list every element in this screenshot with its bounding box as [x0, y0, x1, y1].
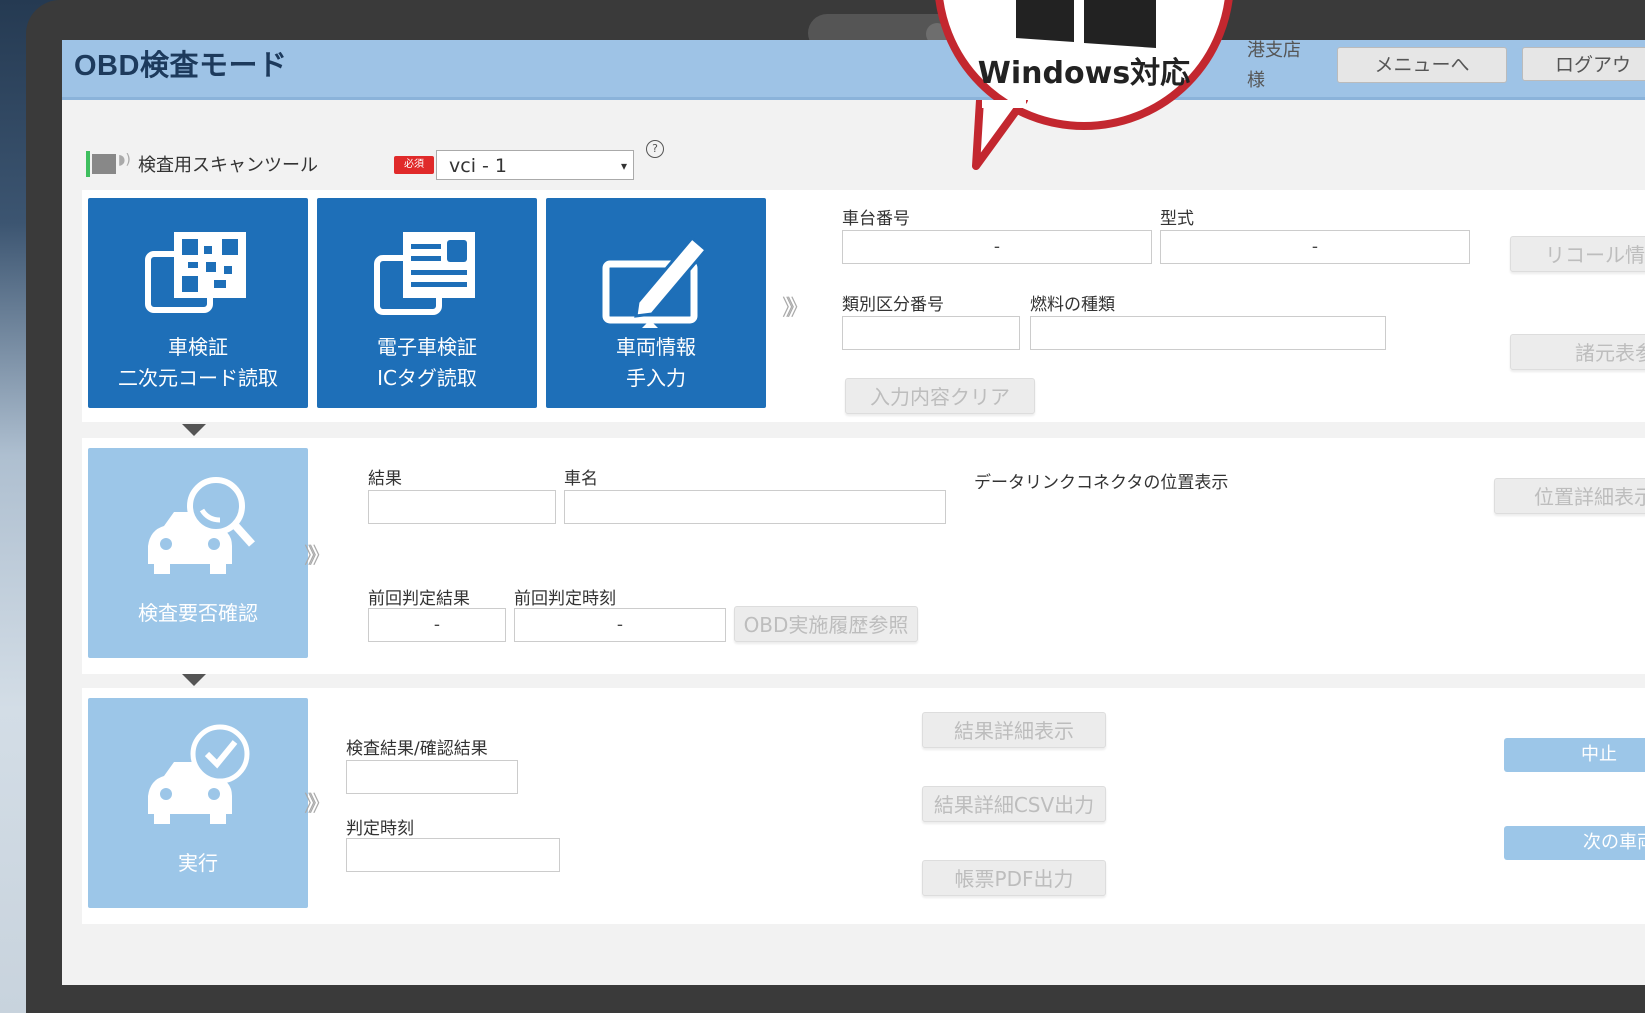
tile-manual-line1: 車両情報: [616, 335, 696, 359]
flow-arrow: 》》: [304, 792, 331, 817]
user-suffix: 様: [1247, 70, 1265, 91]
tile-ic-line1: 電子車検証: [377, 335, 477, 359]
recall-info-button[interactable]: リコール情報: [1510, 236, 1645, 272]
chassis-number-label: 車台番号: [842, 209, 910, 229]
result-detail-button[interactable]: 結果詳細表示: [922, 712, 1106, 748]
tile-inspection-check-label: 検査要否確認: [138, 601, 258, 625]
judgment-time-label: 判定時刻: [346, 819, 414, 839]
fuel-type-field[interactable]: [1030, 316, 1386, 350]
page-title: OBD検査モード: [74, 50, 288, 82]
tile-execute-label: 実行: [178, 851, 218, 875]
result-label: 結果: [368, 469, 402, 489]
pencil-icon: [602, 235, 709, 328]
app-screen: OBD検査モード 港支店 様 メニューへ ログアウ ◗) 検査用スキャンツール …: [62, 40, 1645, 985]
car-search-icon: [148, 477, 255, 574]
qr-code-icon: [145, 232, 246, 313]
model-field[interactable]: -: [1160, 230, 1470, 264]
signal-icon: ◗): [118, 152, 131, 168]
scan-tool-label: 検査用スキャンツール: [138, 155, 318, 176]
scan-device-icon: [92, 154, 116, 174]
scan-tool-select[interactable]: vci - 1 ▾: [436, 150, 634, 180]
category-number-label: 類別区分番号: [842, 295, 944, 315]
callout-tail: [972, 100, 1028, 170]
car-check-icon: [148, 724, 250, 824]
help-icon[interactable]: ?: [646, 140, 664, 158]
logout-button[interactable]: ログアウ: [1522, 47, 1645, 81]
fuel-type-label: 燃料の種類: [1030, 295, 1115, 315]
callout-text: Windows対応: [977, 56, 1191, 91]
inspection-result-label: 検査結果/確認結果: [346, 739, 488, 759]
tile-qr-line2: 二次元コード読取: [118, 366, 278, 390]
inspection-result-field[interactable]: [346, 760, 518, 794]
category-number-field[interactable]: [842, 316, 1020, 350]
menu-button[interactable]: メニューへ: [1337, 47, 1507, 83]
tile-ic-tag-read[interactable]: 電子車検証 ICタグ読取: [317, 198, 537, 408]
user-branch: 港支店: [1247, 40, 1301, 61]
clear-input-button[interactable]: 入力内容クリア: [845, 378, 1035, 414]
windows-logo-icon: [1016, 0, 1156, 48]
spec-sheet-button[interactable]: 諸元表参照: [1510, 334, 1645, 370]
previous-time-field[interactable]: -: [514, 608, 726, 642]
flow-arrow: 》》: [782, 296, 809, 321]
dlc-position-label: データリンクコネクタの位置表示: [974, 473, 1229, 493]
ic-card-icon: [374, 232, 475, 315]
flow-down-arrow: [182, 424, 206, 436]
obd-history-button[interactable]: OBD実施履歴参照: [734, 606, 918, 642]
vehicle-info-section: 車検証 二次元コード読取 電子車検証 ICタグ読取 車両情報 手入力 》》 車台…: [82, 190, 1645, 422]
report-pdf-button[interactable]: 帳票PDF出力: [922, 860, 1106, 896]
judgment-time-field[interactable]: [346, 838, 560, 872]
result-csv-button[interactable]: 結果詳細CSV出力: [922, 786, 1106, 822]
execute-section: 実行 》》 検査結果/確認結果 判定時刻 結果詳細表示 結果詳細CSV出力 帳票…: [82, 688, 1645, 924]
previous-result-field[interactable]: -: [368, 608, 506, 642]
tile-manual-line2: 手入力: [626, 366, 686, 390]
flow-arrow: 》》: [304, 544, 331, 569]
user-info: 港支店 様: [1247, 40, 1301, 96]
app-header: OBD検査モード 港支店 様 メニューへ ログアウ: [62, 40, 1645, 100]
result-field[interactable]: [368, 490, 556, 524]
tile-execute[interactable]: 実行: [88, 698, 308, 908]
next-vehicle-button[interactable]: 次の車両: [1504, 826, 1645, 860]
flow-down-arrow: [182, 674, 206, 686]
tile-qr-read[interactable]: 車検証 二次元コード読取: [88, 198, 308, 408]
required-badge: 必須: [394, 156, 434, 174]
tile-qr-line1: 車検証: [168, 335, 228, 359]
chassis-number-field[interactable]: -: [842, 230, 1152, 264]
previous-time-label: 前回判定時刻: [514, 589, 616, 609]
previous-result-label: 前回判定結果: [368, 589, 470, 609]
chevron-down-icon: ▾: [620, 159, 627, 173]
vehicle-name-field[interactable]: [564, 490, 946, 524]
tile-manual-input[interactable]: 車両情報 手入力: [546, 198, 766, 408]
connection-indicator: [86, 151, 90, 177]
vehicle-name-label: 車名: [564, 469, 598, 489]
position-detail-button[interactable]: 位置詳細表示: [1494, 478, 1645, 514]
necessity-section: 検査要否確認 》》 結果 車名 データリンクコネクタの位置表示 位置詳細表示 前…: [82, 438, 1645, 674]
model-label: 型式: [1160, 209, 1194, 229]
scan-tool-value: vci - 1: [449, 155, 507, 177]
tile-ic-line2: ICタグ読取: [377, 366, 477, 390]
stop-button[interactable]: 中止: [1504, 738, 1645, 772]
tile-inspection-check[interactable]: 検査要否確認: [88, 448, 308, 658]
